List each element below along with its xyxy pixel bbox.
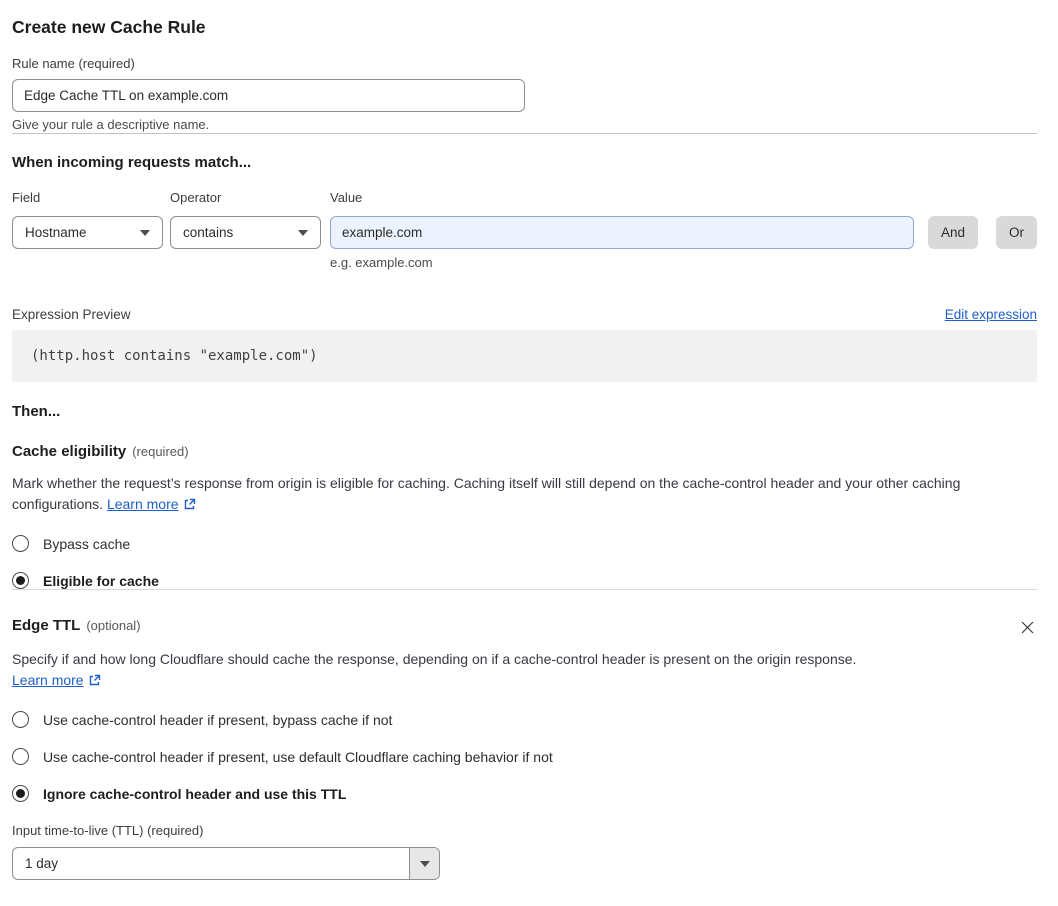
rule-name-label: Rule name (required)	[12, 56, 135, 71]
expression-preview-label: Expression Preview	[12, 307, 131, 322]
ttl-option-bypass[interactable]: Use cache-control header if present, byp…	[12, 711, 1037, 728]
value-helper: e.g. example.com	[330, 255, 433, 270]
value-label: Value	[330, 190, 363, 205]
chevron-down-icon	[140, 229, 150, 236]
edge-ttl-description: Specify if and how long Cloudflare shoul…	[12, 649, 857, 691]
then-heading: Then...	[12, 403, 61, 420]
chevron-down-icon	[298, 229, 308, 236]
radio-label: Use cache-control header if present, byp…	[43, 711, 393, 728]
radio-button-selected-icon[interactable]	[12, 572, 29, 589]
ttl-option-ignore[interactable]: Ignore cache-control header and use this…	[12, 785, 1037, 802]
edge-ttl-description-text: Specify if and how long Cloudflare shoul…	[12, 651, 857, 667]
field-column: Field Hostname	[12, 190, 163, 249]
radio-button-icon[interactable]	[12, 535, 29, 552]
expression-builder-row: Field Hostname Operator contains Value e…	[12, 190, 1037, 271]
rule-name-input[interactable]	[12, 79, 525, 112]
field-select[interactable]: Hostname	[12, 216, 163, 249]
ttl-input-label: Input time-to-live (TTL) (required)	[12, 823, 204, 838]
operator-select[interactable]: contains	[170, 216, 321, 249]
radio-button-icon[interactable]	[12, 748, 29, 765]
radio-label: Ignore cache-control header and use this…	[43, 785, 347, 802]
radio-button-selected-icon[interactable]	[12, 785, 29, 802]
rule-name-helper: Give your rule a descriptive name.	[12, 117, 210, 132]
section-divider	[12, 133, 1037, 134]
page-title: Create new Cache Rule	[12, 17, 206, 37]
chevron-down-icon	[409, 848, 439, 879]
external-link-icon	[184, 498, 195, 510]
rule-name-group: Rule name (required) Give your rule a de…	[12, 56, 1037, 133]
edit-expression-link[interactable]: Edit expression	[945, 307, 1037, 322]
field-select-value: Hostname	[25, 225, 87, 240]
operator-label: Operator	[170, 190, 222, 205]
create-cache-rule-form: Create new Cache Rule Rule name (require…	[0, 0, 1058, 891]
edge-ttl-learn-more-link[interactable]: Learn more	[12, 672, 101, 688]
ttl-select[interactable]: 1 day	[12, 847, 440, 880]
radio-button-icon[interactable]	[12, 711, 29, 728]
edge-ttl-qualifier: (optional)	[86, 618, 141, 633]
bypass-cache-option[interactable]: Bypass cache	[12, 535, 1037, 552]
field-label: Field	[12, 190, 41, 205]
expression-preview-header: Expression Preview Edit expression	[12, 307, 1037, 322]
match-heading: When incoming requests match...	[12, 154, 252, 171]
or-button[interactable]: Or	[996, 216, 1037, 249]
external-link-icon	[89, 674, 100, 686]
radio-label: Use cache-control header if present, use…	[43, 748, 553, 765]
learn-more-label: Learn more	[12, 672, 84, 688]
eligible-for-cache-option[interactable]: Eligible for cache	[12, 572, 1037, 589]
cache-eligibility-heading-row: Cache eligibility (required)	[12, 442, 1037, 461]
value-column: Value e.g. example.com	[330, 190, 914, 271]
cache-eligibility-description: Mark whether the request’s response from…	[12, 473, 1037, 515]
edge-ttl-heading: Edge TTL	[12, 617, 81, 634]
ttl-select-value: 1 day	[25, 856, 59, 871]
cache-eligibility-heading: Cache eligibility	[12, 443, 127, 460]
edge-ttl-heading-row: Edge TTL (optional)	[12, 616, 1037, 640]
expression-preview-code: (http.host contains "example.com")	[12, 330, 1037, 382]
radio-label: Bypass cache	[43, 535, 131, 552]
value-input[interactable]	[330, 216, 914, 249]
section-divider	[12, 589, 1037, 590]
cache-eligibility-qualifier: (required)	[132, 444, 189, 459]
and-button[interactable]: And	[927, 216, 978, 249]
operator-select-value: contains	[183, 225, 234, 240]
ttl-option-default[interactable]: Use cache-control header if present, use…	[12, 748, 1037, 765]
radio-label: Eligible for cache	[43, 572, 159, 589]
cache-eligibility-learn-more-link[interactable]: Learn more	[107, 496, 196, 512]
close-icon[interactable]	[1018, 618, 1037, 640]
learn-more-label: Learn more	[106, 496, 179, 512]
operator-column: Operator contains	[170, 190, 321, 249]
